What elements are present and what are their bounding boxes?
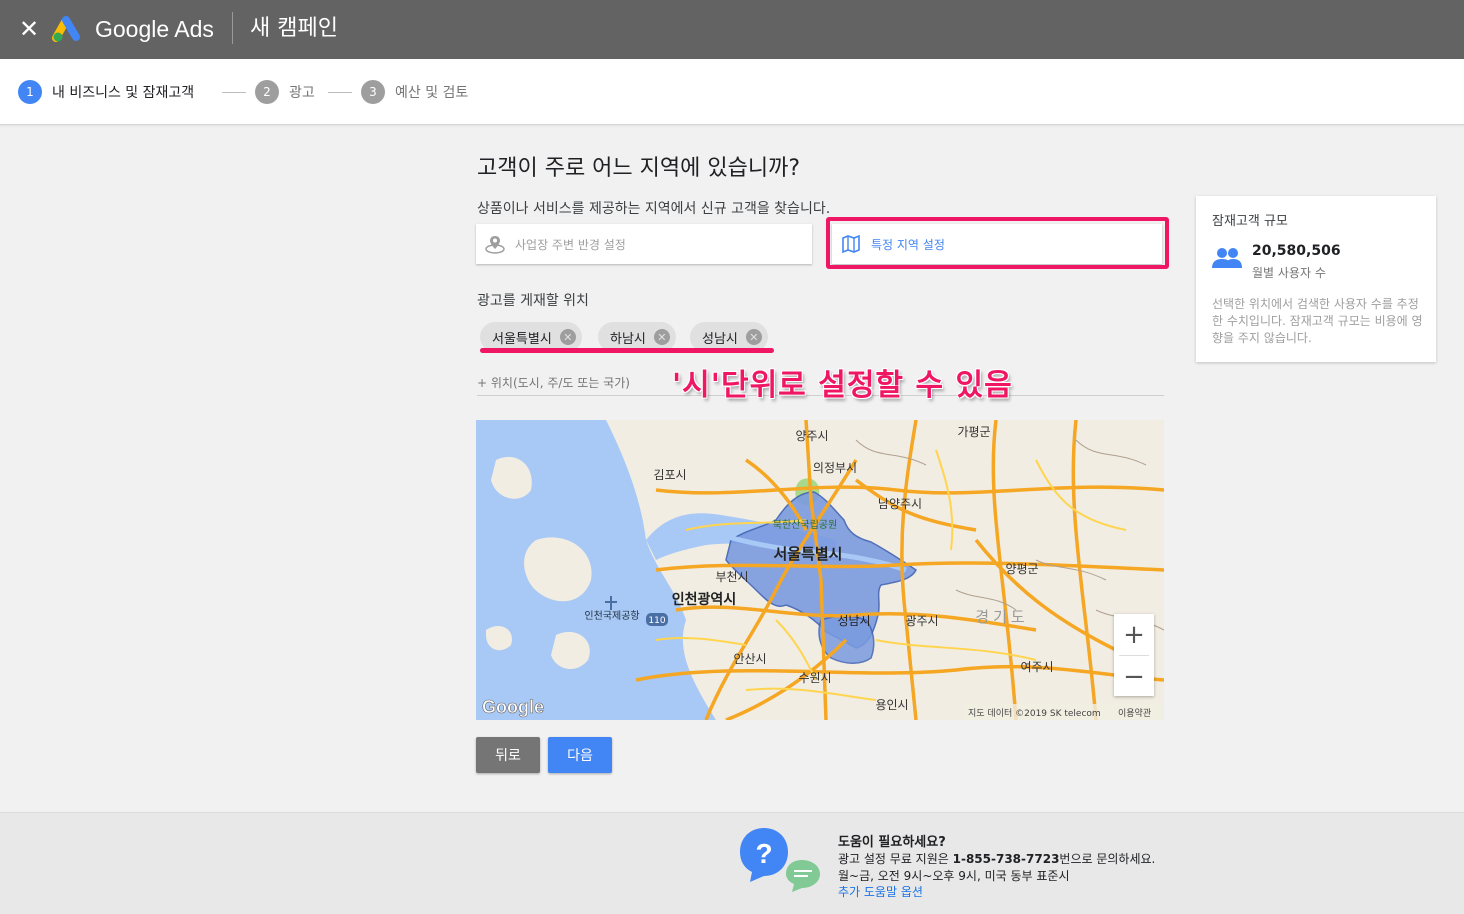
region-option-card[interactable]: 특정 지역 설정 [832, 224, 1162, 264]
annotation-text: '시'단위로 설정할 수 있음 [672, 368, 1013, 403]
google-map-logo: Google [482, 697, 544, 717]
map-label-bucheon: 부천시 [715, 569, 748, 584]
step-1[interactable]: 1 내 비즈니스 및 잠재고객 [18, 80, 194, 104]
remove-chip-icon[interactable]: ✕ [559, 329, 576, 345]
map-label-yongin: 용인시 [875, 698, 908, 712]
section-subtitle: 상품이나 서비스를 제공하는 지역에서 신규 고객을 찾습니다. [477, 201, 831, 217]
location-radius-icon [484, 233, 506, 255]
map-label-incheon: 인천광역시 [672, 591, 736, 608]
chip-label: 성남시 [702, 331, 738, 347]
map-label-yeoju: 여주시 [1020, 660, 1053, 674]
locations-heading: 광고를 게재할 위치 [477, 293, 589, 309]
zoom-in-button[interactable]: + [1114, 614, 1154, 655]
step-connector [328, 92, 352, 93]
map-label-uijeongbu: 의정부시 [813, 461, 857, 475]
map-label-gapyeong: 가평군 [957, 425, 990, 439]
map-label-incheon-airport: 인천국제공항 [584, 610, 639, 622]
audience-title: 잠재고객 규모 [1212, 214, 1288, 229]
region-option-label: 특정 지역 설정 [871, 237, 945, 252]
step-1-number: 1 [18, 80, 42, 104]
map-label-yangju: 양주시 [795, 429, 828, 443]
map-attribution: 지도 데이터 ©2019 SK telecom [968, 708, 1101, 719]
location-map[interactable]: 양주시 가평군 김포시 의정부시 남양주시 부천시 양평군 광주시 안산시 여주… [476, 420, 1164, 720]
close-icon[interactable]: ✕ [16, 14, 42, 44]
zoom-out-button[interactable]: − [1114, 656, 1154, 697]
step-1-label: 내 비즈니스 및 잠재고객 [52, 85, 195, 101]
header-divider [232, 12, 233, 44]
help-phone-number: 1-855-738-7723 [952, 852, 1060, 866]
step-connector [222, 92, 246, 93]
more-help-link[interactable]: 추가 도움말 옵션 [838, 883, 923, 900]
step-2[interactable]: 2 광고 [255, 80, 315, 104]
map-label-suwon: 수원시 [798, 671, 831, 685]
radius-option-card[interactable]: 사업장 주변 반경 설정 [476, 224, 812, 264]
map-label-ansan: 안산시 [733, 652, 766, 666]
help-footer [0, 812, 1464, 914]
step-3[interactable]: 3 예산 및 검토 [361, 80, 468, 104]
step-3-number: 3 [361, 80, 385, 104]
google-ads-logo [52, 16, 80, 42]
step-2-number: 2 [255, 80, 279, 104]
svg-text:?: ? [755, 838, 772, 869]
help-phone-line: 광고 설정 무료 지원은 1-855-738-7723번으로 문의하세요. [838, 852, 1156, 866]
people-icon [1212, 248, 1242, 268]
help-icon: ? [740, 828, 820, 892]
map-label-gimpo: 김포시 [653, 468, 686, 482]
annotation-underline [480, 348, 774, 353]
page-title: 새 캠페인 [250, 16, 338, 41]
audience-size-card: 잠재고객 규모 20,580,506 월별 사용자 수 선택한 위치에서 검색한… [1196, 196, 1436, 362]
map-label-seongnam: 성남시 [837, 614, 870, 628]
map-label-namyangju: 남양주시 [878, 497, 922, 511]
map-zoom-controls: + − [1114, 614, 1154, 696]
back-button[interactable]: 뒤로 [476, 737, 540, 773]
chip-label: 서울특별시 [492, 331, 552, 347]
radius-option-label: 사업장 주변 반경 설정 [515, 237, 626, 252]
audience-description: 선택한 위치에서 검색한 사용자 수를 추정한 수치입니다. 잠재고객 규모는 … [1212, 297, 1423, 345]
progress-stepper: 1 내 비즈니스 및 잠재고객 2 광고 3 예산 및 검토 [0, 59, 1464, 125]
audience-unit: 월별 사용자 수 [1252, 266, 1326, 280]
map-canvas: 양주시 가평군 김포시 의정부시 남양주시 부천시 양평군 광주시 안산시 여주… [476, 420, 1164, 720]
step-3-label: 예산 및 검토 [395, 85, 469, 101]
map-label-seoul: 서울특별시 [773, 545, 842, 563]
map-label-yangpyeong: 양평군 [1005, 562, 1038, 576]
map-label-bukhansan: 북한산국립공원 [773, 518, 837, 531]
top-bar: ✕ Google Ads 새 캠페인 [0, 0, 1464, 59]
add-location-input[interactable]: + 위치(도시, 주/도 또는 국가) [477, 374, 630, 391]
map-label-gwangju: 광주시 [905, 614, 938, 628]
map-icon [840, 233, 862, 255]
audience-count: 20,580,506 [1252, 243, 1341, 259]
map-label-gyeonggi: 경기도 [975, 608, 1028, 626]
route-shield-label: 110 [648, 616, 665, 626]
remove-chip-icon[interactable]: ✕ [745, 329, 762, 345]
map-terms-link: 이용약관 [1118, 707, 1151, 719]
section-question: 고객이 주로 어느 지역에 있습니까? [477, 156, 801, 181]
brand-name: Google Ads [95, 16, 214, 42]
remove-chip-icon[interactable]: ✕ [653, 329, 670, 345]
step-2-label: 광고 [289, 85, 315, 101]
next-button[interactable]: 다음 [548, 737, 612, 773]
help-title: 도움이 필요하세요? [838, 835, 946, 850]
chip-label: 하남시 [610, 331, 646, 347]
help-hours: 월~금, 오전 9시~오후 9시, 미국 동부 표준시 [838, 869, 1070, 883]
